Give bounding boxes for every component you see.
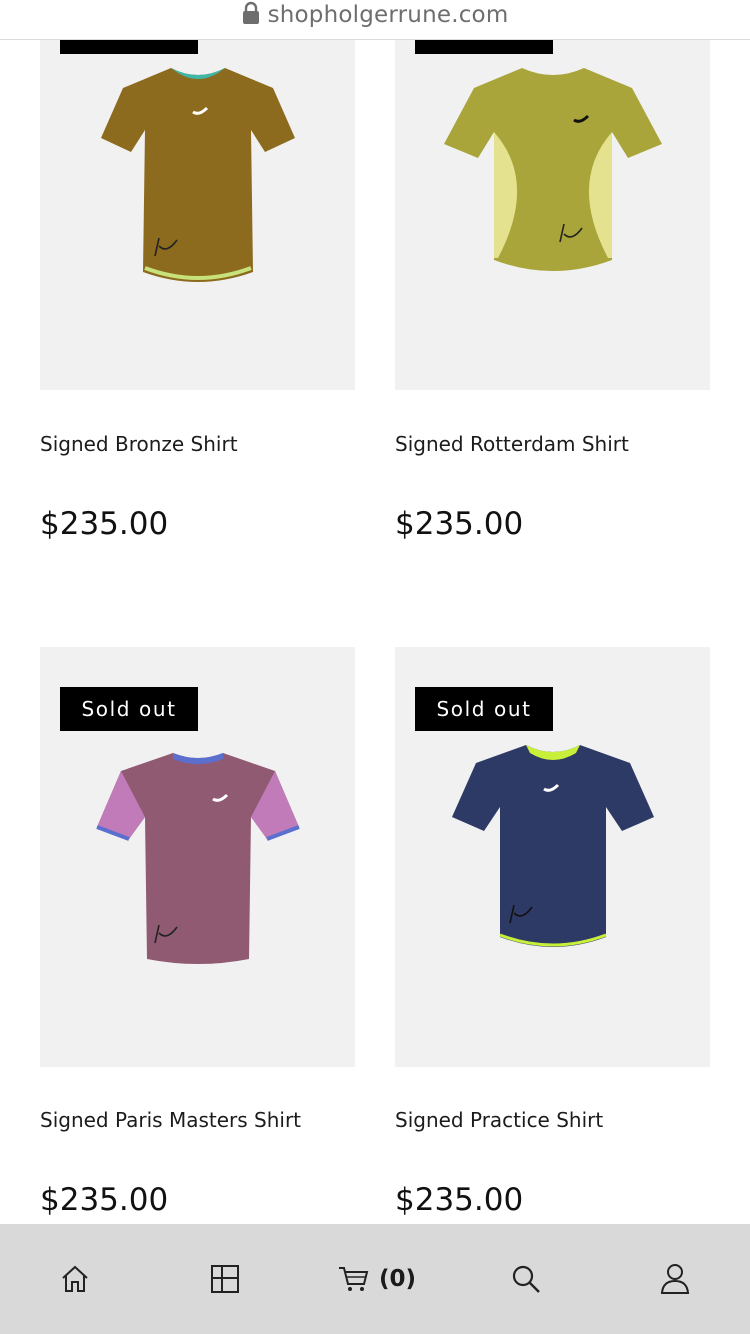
product-title[interactable]: Signed Paris Masters Shirt (40, 1108, 301, 1132)
shirt-image (443, 68, 662, 271)
product-card-bronze[interactable]: Sold out Signed Bronze Shirt $235.00 (40, 0, 355, 542)
product-price: $235.00 (40, 506, 169, 542)
product-title[interactable]: Signed Bronze Shirt (40, 432, 238, 456)
grid-icon (211, 1265, 239, 1293)
shirt-image (95, 753, 300, 964)
product-price: $235.00 (395, 506, 524, 542)
nav-cart-button[interactable]: (0) (337, 1224, 416, 1334)
product-card-practice[interactable]: Sold out Signed Practice Shirt $235.00 (395, 647, 710, 1218)
nav-account-button[interactable] (660, 1224, 690, 1334)
product-title[interactable]: Signed Practice Shirt (395, 1108, 603, 1132)
user-icon (660, 1264, 690, 1294)
nav-catalog-button[interactable] (210, 1224, 240, 1334)
bottom-navigation: (0) (0, 1224, 750, 1334)
sold-out-badge: Sold out (60, 687, 198, 731)
browser-url-bar[interactable]: shopholgerrune.com (0, 0, 750, 40)
sold-out-badge: Sold out (415, 687, 553, 731)
product-price: $235.00 (395, 1182, 524, 1218)
product-price: $235.00 (40, 1182, 169, 1218)
nav-search-button[interactable] (511, 1224, 541, 1334)
home-icon (62, 1265, 88, 1292)
product-image[interactable]: Sold out (395, 0, 710, 390)
lock-icon (242, 1, 260, 29)
product-card-rotterdam[interactable]: Sold out Signed Rotterdam Shirt $235.00 (395, 0, 710, 542)
shirt-image (100, 68, 295, 282)
nav-home-button[interactable] (59, 1224, 91, 1334)
product-image[interactable]: Sold out (395, 647, 710, 1067)
product-card-paris-masters[interactable]: Sold out Signed Paris Masters Shirt $235… (40, 647, 355, 1218)
product-image[interactable]: Sold out (40, 0, 355, 390)
product-image[interactable]: Sold out (40, 647, 355, 1067)
url-text: shopholgerrune.com (267, 1, 509, 28)
cart-count: (0) (379, 1266, 417, 1292)
search-icon (512, 1265, 540, 1293)
cart-icon (339, 1267, 369, 1291)
product-title[interactable]: Signed Rotterdam Shirt (395, 432, 629, 456)
shirt-image (451, 745, 654, 947)
